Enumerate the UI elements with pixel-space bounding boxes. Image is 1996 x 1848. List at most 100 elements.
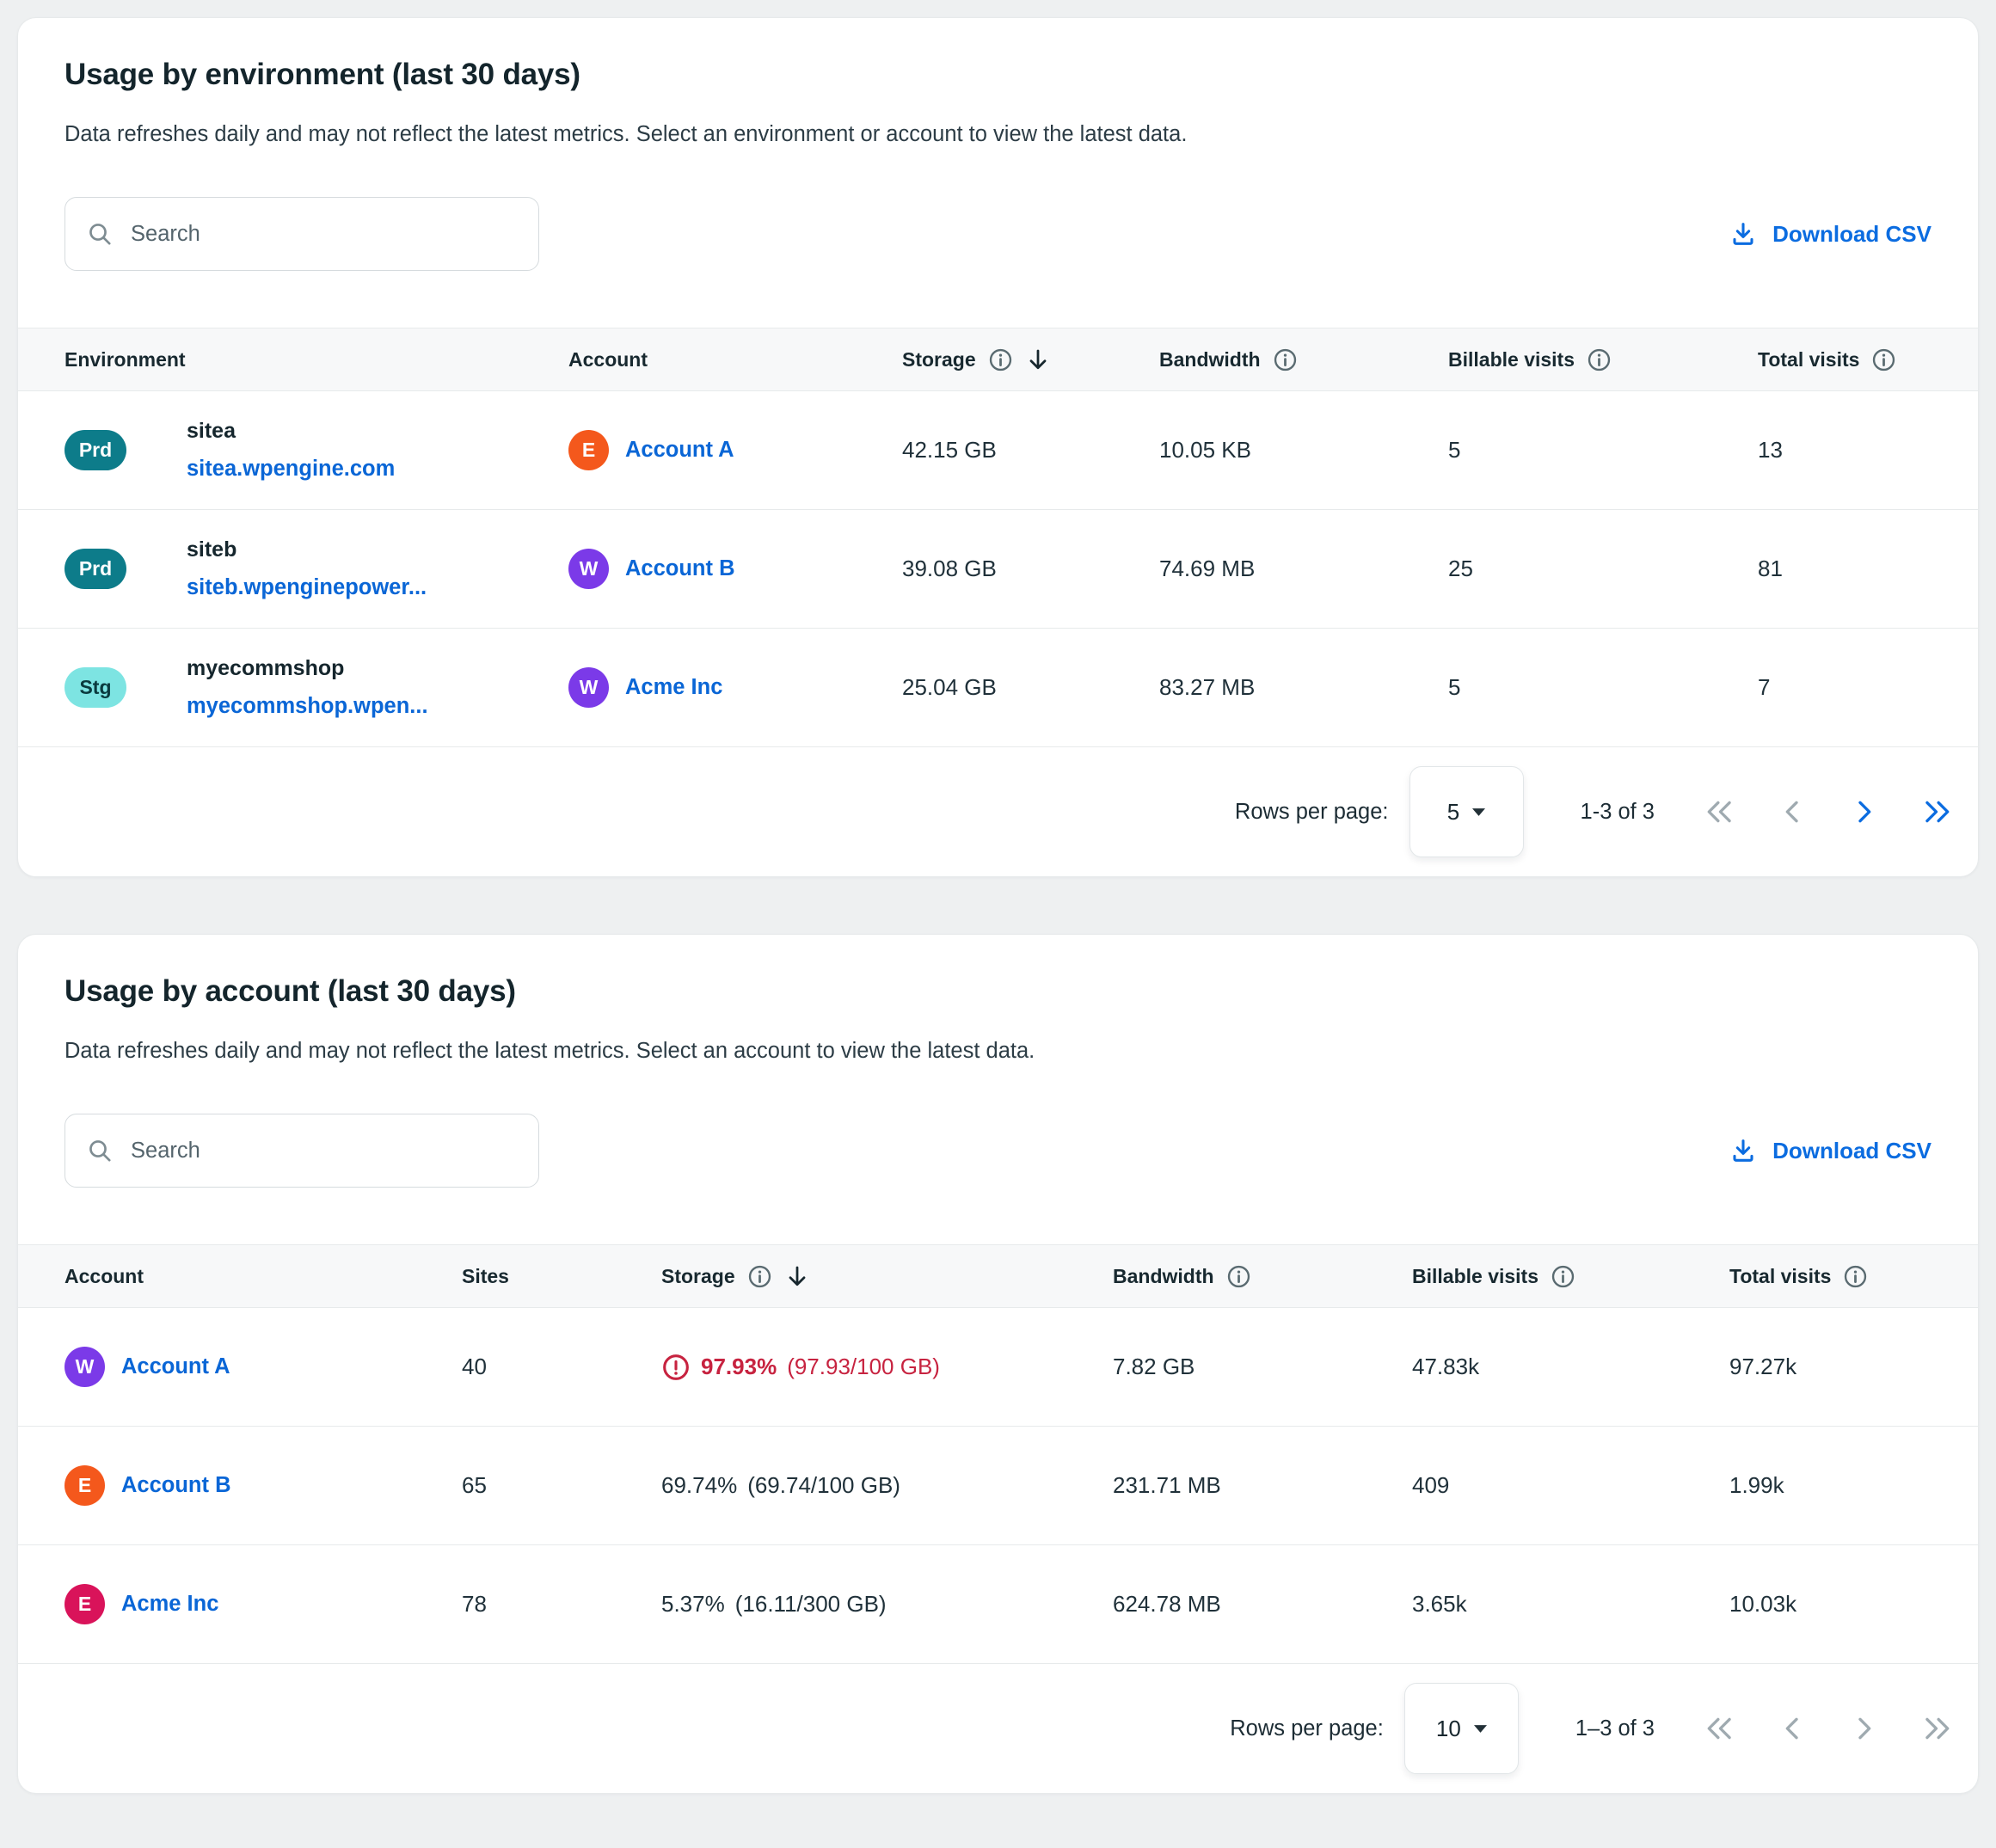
rows-per-page-label: Rows per page: xyxy=(1235,800,1389,825)
info-icon[interactable] xyxy=(1226,1264,1251,1289)
last-page-button[interactable] xyxy=(1920,1715,1952,1742)
storage-value: 97.93% (97.93/100 GB) xyxy=(661,1353,1113,1382)
total-visits-value: 13 xyxy=(1758,437,1932,464)
account-link[interactable]: Acme Inc xyxy=(121,1592,218,1617)
next-page-button[interactable] xyxy=(1850,1715,1877,1742)
sort-desc-icon[interactable] xyxy=(784,1263,810,1289)
column-header-billable-visits: Billable visits xyxy=(1412,1264,1729,1289)
environment-domain-link[interactable]: siteb.wpenginepower... xyxy=(187,575,427,600)
bandwidth-value: 231.71 MB xyxy=(1113,1472,1412,1499)
column-header-account: Account xyxy=(568,348,902,371)
sites-value: 78 xyxy=(462,1591,661,1618)
first-page-button[interactable] xyxy=(1704,1715,1736,1742)
account-link[interactable]: Account A xyxy=(625,438,734,463)
last-page-button[interactable] xyxy=(1920,798,1952,826)
toolbar: Download CSV xyxy=(64,1114,1932,1188)
info-icon[interactable] xyxy=(1587,347,1612,372)
next-page-icon xyxy=(1850,798,1877,826)
billable-visits-value: 409 xyxy=(1412,1472,1729,1499)
environment-cell: Prd siteb siteb.wpenginepower... xyxy=(64,537,568,600)
environment-cell: Prd sitea sitea.wpengine.com xyxy=(64,419,568,482)
environment-name: siteb xyxy=(187,537,427,562)
bandwidth-value: 83.27 MB xyxy=(1159,674,1448,701)
info-icon[interactable] xyxy=(988,347,1013,372)
download-icon xyxy=(1729,1137,1757,1164)
download-csv-label: Download CSV xyxy=(1772,1138,1932,1164)
account-cell: W Account A xyxy=(64,1347,462,1387)
download-csv-button[interactable]: Download CSV xyxy=(1729,220,1932,248)
environment-badge: Stg xyxy=(64,667,126,708)
storage-detail: (97.93/100 GB) xyxy=(787,1354,940,1380)
search-input[interactable] xyxy=(129,1138,518,1164)
info-icon[interactable] xyxy=(747,1264,772,1289)
account-link[interactable]: Acme Inc xyxy=(625,675,722,700)
storage-percent: 5.37% xyxy=(661,1591,725,1618)
table-header-row: Account Sites Storage Bandwidth xyxy=(18,1244,1978,1308)
bandwidth-value: 74.69 MB xyxy=(1159,556,1448,582)
storage-detail: (69.74/100 GB) xyxy=(747,1472,900,1499)
storage-value: 39.08 GB xyxy=(902,556,1159,582)
search-input[interactable] xyxy=(129,221,518,248)
total-visits-value: 10.03k xyxy=(1729,1591,1932,1618)
pagination: Rows per page: 5 1-3 of 3 xyxy=(18,747,1978,876)
first-page-button[interactable] xyxy=(1704,798,1736,826)
info-icon[interactable] xyxy=(1871,347,1896,372)
account-link[interactable]: Account A xyxy=(121,1354,230,1379)
table-row: Prd sitea sitea.wpengine.com E Account A… xyxy=(18,391,1978,510)
account-avatar: W xyxy=(568,667,609,708)
next-page-button[interactable] xyxy=(1850,798,1877,826)
billable-visits-value: 5 xyxy=(1448,674,1758,701)
search-box xyxy=(64,197,539,271)
account-cell: E Acme Inc xyxy=(64,1584,462,1624)
billable-visits-value: 5 xyxy=(1448,437,1758,464)
sort-desc-icon[interactable] xyxy=(1025,347,1051,372)
environment-badge: Prd xyxy=(64,549,126,589)
search-box xyxy=(64,1114,539,1188)
account-avatar: E xyxy=(568,430,609,470)
environment-cell: Stg myecommshop myecommshop.wpen... xyxy=(64,656,568,719)
environment-domain-link[interactable]: myecommshop.wpen... xyxy=(187,694,428,719)
account-avatar: E xyxy=(64,1465,105,1506)
table-row: Stg myecommshop myecommshop.wpen... W Ac… xyxy=(18,629,1978,747)
environment-domain-link[interactable]: sitea.wpengine.com xyxy=(187,457,395,482)
total-visits-value: 81 xyxy=(1758,556,1932,582)
previous-page-button[interactable] xyxy=(1779,1715,1807,1742)
bandwidth-value: 10.05 KB xyxy=(1159,437,1448,464)
table-row: E Account B 65 69.74% (69.74/100 GB) 231… xyxy=(18,1427,1978,1545)
usage-by-account-card: Usage by account (last 30 days) Data ref… xyxy=(17,934,1979,1794)
first-page-icon xyxy=(1704,1715,1736,1742)
pagination-nav xyxy=(1704,1715,1952,1742)
storage-value: 69.74% (69.74/100 GB) xyxy=(661,1472,1113,1499)
column-header-sites: Sites xyxy=(462,1265,661,1288)
table-body: Prd sitea sitea.wpengine.com E Account A… xyxy=(18,391,1978,747)
column-header-bandwidth: Bandwidth xyxy=(1159,347,1448,372)
environment-text: siteb siteb.wpenginepower... xyxy=(187,537,427,600)
rows-per-page-label: Rows per page: xyxy=(1230,1716,1384,1741)
account-link[interactable]: Account B xyxy=(121,1473,231,1498)
next-page-icon xyxy=(1850,1715,1877,1742)
page-title: Usage by environment (last 30 days) xyxy=(64,58,1932,92)
sites-value: 65 xyxy=(462,1472,661,1499)
rows-per-page-select[interactable]: 5 xyxy=(1409,766,1524,857)
info-icon[interactable] xyxy=(1843,1264,1868,1289)
storage-value: 42.15 GB xyxy=(902,437,1159,464)
account-cell: W Acme Inc xyxy=(568,667,902,708)
info-icon[interactable] xyxy=(1273,347,1298,372)
table-row: E Acme Inc 78 5.37% (16.11/300 GB) 624.7… xyxy=(18,1545,1978,1664)
download-csv-button[interactable]: Download CSV xyxy=(1729,1137,1932,1164)
previous-page-icon xyxy=(1779,1715,1807,1742)
storage-value: 5.37% (16.11/300 GB) xyxy=(661,1591,1113,1618)
column-header-total-visits: Total visits xyxy=(1729,1264,1932,1289)
rows-per-page-select[interactable]: 10 xyxy=(1404,1683,1519,1774)
pagination-nav xyxy=(1704,798,1952,826)
page-title: Usage by account (last 30 days) xyxy=(64,974,1932,1009)
account-avatar: W xyxy=(64,1347,105,1387)
card-description: Data refreshes daily and may not reflect… xyxy=(64,1029,1251,1072)
info-icon[interactable] xyxy=(1551,1264,1575,1289)
column-header-storage: Storage xyxy=(902,347,1159,372)
previous-page-button[interactable] xyxy=(1779,798,1807,826)
account-avatar: W xyxy=(568,549,609,589)
download-csv-label: Download CSV xyxy=(1772,221,1932,248)
account-link[interactable]: Account B xyxy=(625,556,735,581)
first-page-icon xyxy=(1704,798,1736,826)
